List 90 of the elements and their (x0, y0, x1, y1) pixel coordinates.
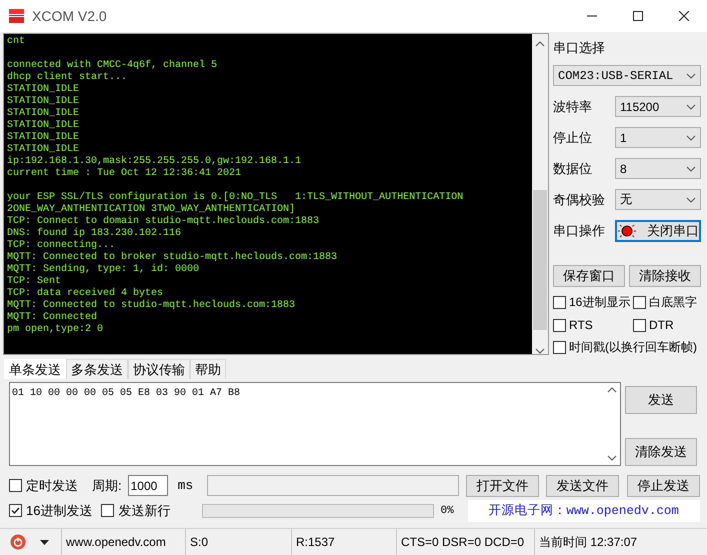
log-line: STATION_IDLE (7, 132, 80, 144)
field-label: 波特率 (553, 98, 593, 116)
log-line: STATION_IDLE (7, 120, 80, 132)
logo-icon (8, 8, 25, 24)
window-title: XCOM V2.0 (32, 8, 108, 24)
period-field[interactable]: 1000 (128, 475, 168, 496)
power-icon[interactable] (10, 534, 26, 550)
line-status: CTS=0 DSR=0 DCD=0 (401, 535, 524, 549)
checkbox[interactable] (633, 296, 646, 309)
checkbox-label: 白底黑字 (649, 294, 697, 311)
file-path-field[interactable] (207, 475, 460, 496)
website-link[interactable]: www.openedv.com (66, 535, 166, 549)
field-label: 串口选择 (553, 39, 606, 57)
log-line: ip:192.168.1.30,mask:255.255.255.0,gw:192.168.1.1 (7, 156, 302, 168)
checkbox-label: 时间戳(以换行回车断帧) (569, 339, 697, 356)
tab[interactable]: 帮助 (190, 359, 226, 379)
log-line: STATION_IDLE (7, 144, 80, 156)
field-label: 数据位 (553, 160, 593, 178)
checkbox[interactable] (9, 504, 22, 517)
log-line: TCP: connecting... (7, 240, 116, 252)
checkbox-label: 定时发送 (26, 476, 78, 494)
checkbox[interactable] (553, 341, 566, 354)
checkbox[interactable] (101, 504, 114, 517)
log-line: dhcp client start... (7, 72, 128, 84)
send-button[interactable]: 清除发送 (625, 438, 697, 466)
dropdown[interactable]: 无 (615, 189, 701, 210)
send-button[interactable]: 发送 (625, 386, 697, 414)
dropdown[interactable]: 1 (615, 127, 701, 148)
log-line: TCP: data received 4 bytes (7, 288, 164, 300)
tab[interactable]: 单条发送 (4, 359, 66, 379)
sent-count: S:0 (190, 535, 208, 549)
log-line: MQTT: Connected (7, 312, 98, 324)
chevron-down-icon (607, 455, 617, 461)
received-count: R:1537 (296, 535, 335, 549)
tab[interactable]: 协议传输 (128, 359, 190, 379)
file-button[interactable]: 停止发送 (627, 474, 700, 496)
log-line: MQTT: Connected to broker studio-mqtt.heclouds.com:1883 (7, 252, 338, 264)
checkbox-label: 16进制发送 (26, 502, 92, 520)
log-line: TCP: Connect to domain studio-mqtt.heclouds.com:1883 (7, 216, 320, 228)
chevron-up-icon (607, 387, 617, 393)
tab[interactable]: 多条发送 (66, 359, 128, 379)
log-line: STATION_IDLE (7, 96, 80, 108)
dropdown[interactable]: 115200 (615, 96, 701, 117)
chevron-up-icon (535, 41, 545, 47)
progress-label: 0% (440, 504, 454, 516)
checkbox[interactable] (553, 318, 566, 332)
log-line: connected with CMCC-4q6f, channel 5 (7, 60, 218, 72)
log-line: STATION_IDLE (7, 84, 80, 96)
unit-label: ms (178, 478, 194, 493)
checkbox-label: DTR (649, 318, 674, 332)
chevron-down-icon (535, 348, 545, 354)
log-line: cnt (7, 36, 26, 48)
log-line: TCP: Sent (7, 276, 62, 288)
log-line: your ESP SSL/TLS configuration is 0.[0:NO_TLS 1:TLS_WITHOUT_AUTHENTICATION (7, 192, 464, 204)
checkbox-label: 发送新行 (118, 502, 170, 520)
dropdown-arrow-icon[interactable] (40, 540, 49, 544)
chevron-down-icon (686, 196, 696, 202)
field-label: 停止位 (553, 128, 593, 146)
log-line: MQTT: Connected to studio-mqtt.heclouds.com:1883 (7, 300, 296, 312)
close-port-button[interactable]: 关闭串口 (615, 220, 701, 242)
panel-button[interactable]: 保存窗口 (553, 265, 625, 287)
chevron-down-icon (686, 72, 696, 78)
chevron-down-icon (686, 134, 696, 140)
checkbox[interactable] (9, 479, 22, 492)
log-line: STATION_IDLE (7, 108, 80, 120)
field-label: 串口操作 (553, 222, 606, 240)
log-line: current time : Tue Oct 12 12:36:41 2021 (7, 168, 242, 180)
checkbox-label: 16进制显示 (569, 294, 630, 311)
log-line: DNS: found ip 183.230.102.116 (7, 228, 182, 240)
panel-button[interactable]: 清除接收 (629, 265, 701, 287)
field-label: 周期: (92, 476, 122, 494)
current-time: 当前时间 12:37:07 (539, 534, 638, 550)
field-label: 奇偶校验 (553, 190, 606, 208)
log-line: MQTT: Sending, type: 1, id: 0000 (7, 264, 200, 276)
port-dropdown[interactable]: COM23:USB-SERIAL (553, 65, 701, 86)
chevron-down-icon (686, 104, 696, 110)
send-input[interactable]: 01 10 00 00 00 05 05 E8 03 90 01 A7 B8 (9, 382, 621, 466)
indicator-icon (617, 224, 637, 238)
maximize-icon[interactable] (633, 11, 643, 21)
file-button[interactable]: 打开文件 (466, 474, 540, 496)
checkbox[interactable] (633, 318, 646, 332)
checkbox-label: RTS (569, 318, 593, 332)
close-icon[interactable] (679, 11, 689, 21)
checkbox[interactable] (553, 296, 566, 309)
file-button[interactable]: 发送文件 (546, 474, 620, 496)
dropdown[interactable]: 8 (615, 158, 701, 179)
log-line: 2ONE_WAY_ANTHENTICATION 3TWO_WAY_ANTHENTICATION] (7, 204, 296, 216)
log-line: pm open,type:2 0 (7, 324, 104, 336)
chevron-down-icon (686, 166, 696, 172)
website-banner[interactable]: 开源电子网：www.openedv.com (468, 500, 700, 522)
